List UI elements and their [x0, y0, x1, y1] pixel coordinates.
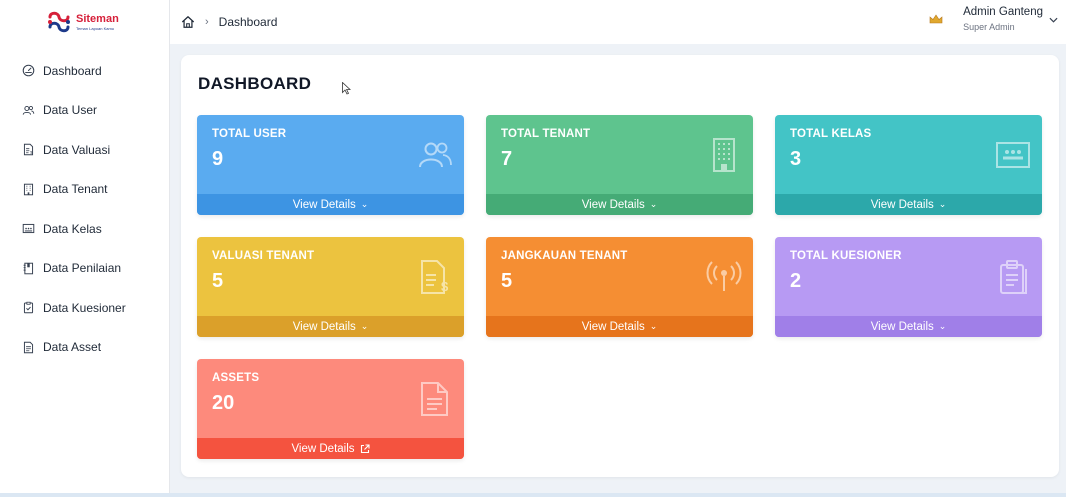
stat-value: 2 — [790, 270, 802, 292]
chevron-down-icon: ⌄ — [360, 321, 369, 331]
stat-card-total-user: TOTAL USER 9 View Details ⌄ — [197, 115, 464, 215]
clipboard-check-icon — [22, 301, 35, 314]
journal-icon — [22, 262, 35, 275]
breadcrumb-separator: › — [205, 16, 209, 28]
stat-title: ASSETS — [212, 372, 260, 384]
stat-card-valuasi-tenant: VALUASI TENANT 5 $ View Details ⌄ — [197, 237, 464, 337]
document-icon — [22, 341, 35, 354]
user-role: Super Admin — [963, 22, 1015, 32]
sidebar-item-label: Data Penilaian — [43, 261, 122, 276]
stat-card-assets: ASSETS 20 View Details — [197, 359, 464, 459]
user-name: Admin Ganteng — [963, 6, 1043, 18]
stat-value: 3 — [790, 148, 802, 170]
sidebar-item-label: Data Valuasi — [43, 142, 111, 157]
chevron-down-icon — [1049, 15, 1058, 26]
classroom-icon — [995, 137, 1031, 173]
sidebar-item-label: Data User — [43, 103, 98, 118]
sidebar-item-label: Data Kelas — [43, 221, 102, 236]
brand-name: Siteman — [76, 12, 119, 25]
stat-value: 7 — [501, 148, 513, 170]
stat-card-total-kuesioner: TOTAL KUESIONER 2 View Details ⌄ — [775, 237, 1042, 337]
stat-title: JANGKAUAN TENANT — [501, 250, 628, 262]
sidebar-item-data-kuesioner[interactable]: Data Kuesioner — [0, 288, 169, 328]
svg-text:$: $ — [441, 279, 449, 294]
stat-title: TOTAL KELAS — [790, 128, 872, 140]
sidebar-item-data-valuasi[interactable]: $ Data Valuasi — [0, 130, 169, 170]
gauge-icon — [22, 64, 35, 77]
chevron-down-icon: ⌄ — [360, 199, 369, 209]
chevron-down-icon: ⌄ — [649, 199, 658, 209]
logo-mark-icon — [46, 9, 72, 35]
broadcast-icon — [706, 259, 742, 295]
view-details-button[interactable]: View Details ⌄ — [197, 316, 464, 337]
document-icon — [417, 381, 453, 417]
stat-title: TOTAL TENANT — [501, 128, 591, 140]
users-icon — [22, 104, 35, 117]
view-details-label: View Details — [292, 320, 356, 333]
sidebar-item-data-tenant[interactable]: Data Tenant — [0, 170, 169, 210]
stat-title: TOTAL KUESIONER — [790, 250, 902, 262]
view-details-button[interactable]: View Details — [197, 438, 464, 459]
stat-title: VALUASI TENANT — [212, 250, 315, 262]
external-link-icon — [360, 443, 370, 454]
stat-value: 20 — [212, 392, 235, 414]
view-details-label: View Details — [870, 198, 934, 211]
view-details-label: View Details — [870, 320, 934, 333]
stat-value: 5 — [501, 270, 513, 292]
stat-card-jangkauan-tenant: JANGKAUAN TENANT 5 View Details ⌄ — [486, 237, 753, 337]
sidebar-menu: Dashboard Data User $ Data Valuasi Data … — [0, 51, 169, 367]
sidebar-item-data-asset[interactable]: Data Asset — [0, 328, 169, 368]
view-details-label: View Details — [581, 198, 645, 211]
chevron-down-icon: ⌄ — [938, 199, 947, 209]
view-details-button[interactable]: View Details ⌄ — [486, 316, 753, 337]
mouse-cursor-icon — [342, 82, 351, 95]
sidebar-item-data-user[interactable]: Data User — [0, 91, 169, 131]
user-menu[interactable]: Admin Ganteng Super Admin — [929, 6, 1058, 32]
home-icon[interactable] — [181, 15, 195, 29]
sidebar-item-label: Data Asset — [43, 340, 102, 355]
view-details-label: View Details — [581, 320, 645, 333]
view-details-label: View Details — [292, 198, 356, 211]
sidebar-item-dashboard[interactable]: Dashboard — [0, 51, 169, 91]
building-icon — [22, 183, 35, 196]
brand-logo[interactable]: Siteman Teman Lapoan Kamu — [0, 0, 169, 44]
sidebar: Siteman Teman Lapoan Kamu Dashboard Data… — [0, 0, 170, 497]
view-details-label: View Details — [291, 442, 355, 455]
topbar: › Dashboard Admin Ganteng Super Admin — [170, 0, 1066, 44]
stat-title: TOTAL USER — [212, 128, 287, 140]
crown-icon — [929, 14, 943, 27]
sidebar-item-data-penilaian[interactable]: Data Penilaian — [0, 249, 169, 289]
stat-card-total-kelas: TOTAL KELAS 3 View Details ⌄ — [775, 115, 1042, 215]
bottom-scroll-strip — [0, 493, 1066, 497]
view-details-button[interactable]: View Details ⌄ — [775, 194, 1042, 215]
breadcrumb-current: Dashboard — [218, 15, 278, 29]
chevron-down-icon: ⌄ — [649, 321, 658, 331]
view-details-button[interactable]: View Details ⌄ — [197, 194, 464, 215]
invoice-dollar-icon: $ — [417, 259, 453, 295]
page-title: DASHBOARD — [198, 74, 312, 93]
brand-tagline: Teman Lapoan Kamu — [76, 25, 115, 31]
sidebar-item-label: Data Kuesioner — [43, 300, 126, 315]
clipboard-icon — [995, 259, 1031, 295]
classroom-icon — [22, 222, 35, 235]
stat-value: 9 — [212, 148, 224, 170]
stat-value: 5 — [212, 270, 224, 292]
dashboard-panel: DASHBOARD TOTAL USER 9 View Details ⌄ TO… — [181, 55, 1059, 477]
chevron-down-icon: ⌄ — [938, 321, 947, 331]
view-details-button[interactable]: View Details ⌄ — [486, 194, 753, 215]
sidebar-item-data-kelas[interactable]: Data Kelas — [0, 209, 169, 249]
users-icon — [417, 137, 453, 173]
sidebar-item-label: Dashboard — [43, 63, 102, 78]
sidebar-item-label: Data Tenant — [43, 182, 108, 197]
building-icon — [706, 137, 742, 173]
view-details-button[interactable]: View Details ⌄ — [775, 316, 1042, 337]
invoice-icon: $ — [22, 143, 35, 156]
stat-card-total-tenant: TOTAL TENANT 7 View Details ⌄ — [486, 115, 753, 215]
